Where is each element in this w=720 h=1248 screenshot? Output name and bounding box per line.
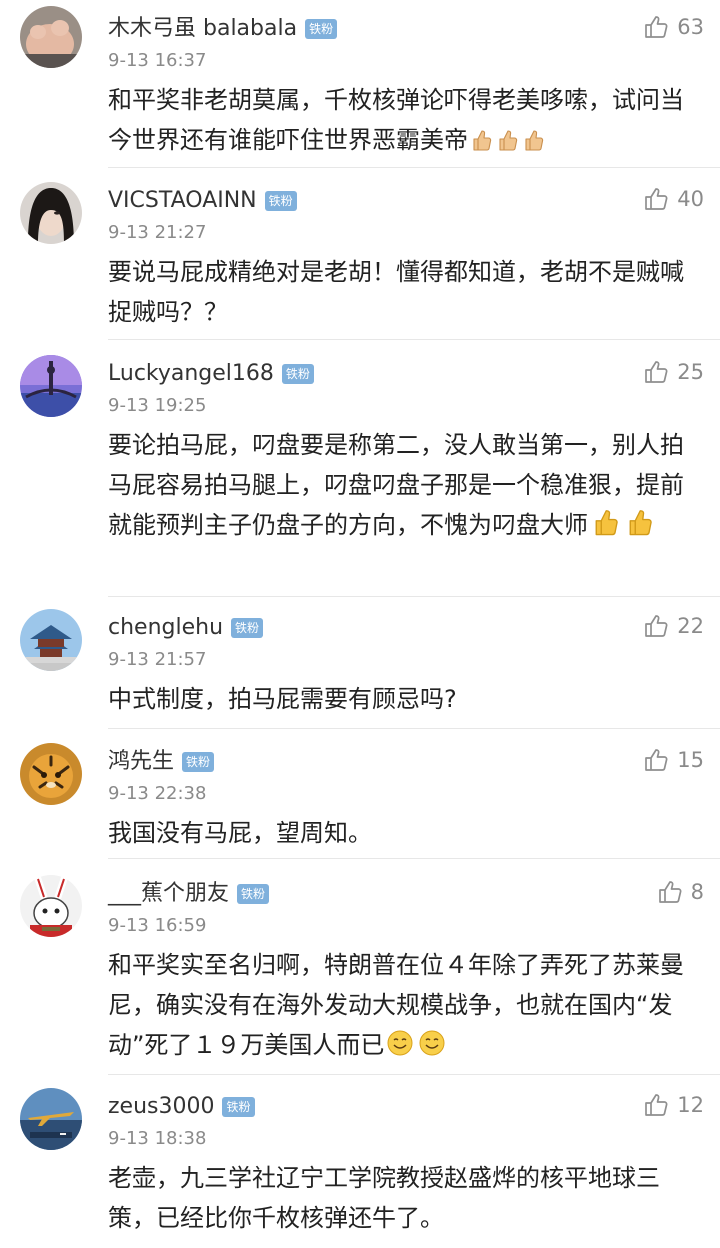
thumbs-up-emoji (590, 507, 620, 549)
fan-badge: 铁粉 (222, 1097, 255, 1117)
like-button[interactable]: 40 (643, 184, 704, 214)
like-count: 25 (677, 360, 704, 384)
avatar[interactable] (20, 1088, 82, 1150)
username[interactable]: Luckyangel168 (108, 357, 274, 391)
like-count: 8 (690, 880, 704, 904)
username-row: chenglehu 铁粉 (108, 611, 264, 645)
username[interactable]: ___蕉个朋友 (108, 877, 229, 911)
username-row: ___蕉个朋友 铁粉 (108, 877, 270, 911)
comment-time: 9-13 22:38 (108, 783, 207, 804)
like-count: 40 (677, 187, 704, 211)
comment-item: ___蕉个朋友 铁粉 9-13 16:59 8 和平奖实至名归啊，特朗普在位４年… (0, 865, 720, 1075)
username-row: 鸿先生 铁粉 (108, 745, 215, 779)
username-row: 木木弓虽 balabala 铁粉 (108, 12, 338, 46)
thumbs-up-outline-icon (658, 881, 682, 903)
smiling-face-emoji (386, 1029, 414, 1069)
comment-time: 9-13 16:37 (108, 50, 207, 71)
username[interactable]: 木木弓虽 balabala (108, 12, 297, 46)
comment-text: 要论拍马屁，叼盘要是称第二，没人敢当第一，别人拍马屁容易拍马腿上，叼盘叼盘子那是… (108, 425, 698, 549)
smiling-face-emoji (418, 1029, 446, 1069)
avatar[interactable] (20, 6, 82, 68)
comment-item: 木木弓虽 balabala 铁粉 9-13 16:37 63 和平奖非老胡莫属，… (0, 0, 720, 168)
comment-item: chenglehu 铁粉 9-13 21:57 22 中式制度，拍马屁需要有顾忌… (0, 599, 720, 729)
thumbs-up-outline-icon (645, 188, 668, 210)
comment-item: 鸿先生 铁粉 9-13 22:38 15 我国没有马屁，望周知。 (0, 733, 720, 859)
avatar[interactable] (20, 355, 82, 417)
comment-text: 我国没有马屁，望周知。 (108, 813, 698, 853)
thumbs-up-outline-icon (645, 615, 668, 637)
like-button[interactable]: 15 (643, 745, 704, 775)
like-count: 63 (677, 15, 704, 39)
avatar[interactable] (20, 743, 82, 805)
thumbs-up-emoji (470, 124, 492, 164)
like-button[interactable]: 12 (643, 1090, 704, 1120)
username[interactable]: chenglehu (108, 611, 223, 645)
comment-time: 9-13 21:27 (108, 222, 207, 243)
like-count: 15 (677, 748, 704, 772)
fan-badge: 铁粉 (182, 752, 215, 772)
like-button[interactable]: 63 (643, 12, 704, 42)
fan-badge: 铁粉 (237, 884, 270, 904)
comment-time: 9-13 19:25 (108, 395, 207, 416)
comment-item: zeus3000 铁粉 9-13 18:38 12 老壶，九三学社辽宁工学院教授… (0, 1078, 720, 1248)
comment-text: 中式制度，拍马屁需要有顾忌吗? (108, 679, 698, 719)
thumbs-up-emoji (496, 124, 518, 164)
thumbs-up-emoji (522, 124, 544, 164)
comment-time: 9-13 18:38 (108, 1128, 207, 1149)
comment-text: 和平奖非老胡莫属，千枚核弹论吓得老美哆嗦，试问当今世界还有谁能吓住世界恶霸美帝 (108, 80, 698, 164)
thumbs-up-emoji (624, 507, 654, 549)
comment-text: 和平奖实至名归啊，特朗普在位４年除了弄死了苏莱曼尼，确实没有在海外发动大规模战争… (108, 945, 698, 1069)
like-button[interactable]: 8 (657, 877, 704, 907)
comment-text-content: 老壶，九三学社辽宁工学院教授赵盛烨的核平地球三策，已经比你千枚核弹还牛了。 (108, 1164, 660, 1232)
username[interactable]: 鸿先生 (108, 745, 174, 779)
like-count: 12 (677, 1093, 704, 1117)
avatar[interactable] (20, 609, 82, 671)
comment-feed: 木木弓虽 balabala 铁粉 9-13 16:37 63 和平奖非老胡莫属，… (0, 0, 720, 1248)
comment-text-content: 要说马屁成精绝对是老胡！懂得都知道，老胡不是贼喊捉贼吗？？ (108, 258, 684, 326)
username-row: VICSTAOAINN 铁粉 (108, 184, 297, 218)
avatar[interactable] (20, 875, 82, 937)
comment-time: 9-13 16:59 (108, 915, 207, 936)
fan-badge: 铁粉 (305, 19, 338, 39)
comment-text: 老壶，九三学社辽宁工学院教授赵盛烨的核平地球三策，已经比你千枚核弹还牛了。 (108, 1158, 698, 1238)
fan-badge: 铁粉 (281, 364, 314, 384)
thumbs-up-outline-icon (645, 749, 668, 771)
comment-item: Luckyangel168 铁粉 9-13 19:25 25 要论拍马屁，叼盘要… (0, 345, 720, 597)
like-button[interactable]: 25 (643, 357, 704, 387)
username-row: Luckyangel168 铁粉 (108, 357, 314, 391)
avatar[interactable] (20, 182, 82, 244)
username[interactable]: zeus3000 (108, 1090, 214, 1124)
comment-text-content: 中式制度，拍马屁需要有顾忌吗? (108, 685, 457, 713)
like-button[interactable]: 22 (643, 611, 704, 641)
comment-text: 要说马屁成精绝对是老胡！懂得都知道，老胡不是贼喊捉贼吗？？ (108, 252, 698, 332)
thumbs-up-outline-icon (645, 361, 668, 383)
comment-text-content: 我国没有马屁，望周知。 (108, 819, 372, 847)
comment-item: VICSTAOAINN 铁粉 9-13 21:27 40 要说马屁成精绝对是老胡… (0, 172, 720, 340)
username[interactable]: VICSTAOAINN (108, 184, 257, 218)
comment-time: 9-13 21:57 (108, 649, 207, 670)
thumbs-up-outline-icon (645, 1094, 668, 1116)
username-row: zeus3000 铁粉 (108, 1090, 255, 1124)
fan-badge: 铁粉 (264, 191, 297, 211)
fan-badge: 铁粉 (231, 618, 264, 638)
thumbs-up-outline-icon (645, 16, 668, 38)
comment-text-content: 和平奖非老胡莫属，千枚核弹论吓得老美哆嗦，试问当今世界还有谁能吓住世界恶霸美帝 (108, 86, 684, 154)
like-count: 22 (677, 614, 704, 638)
